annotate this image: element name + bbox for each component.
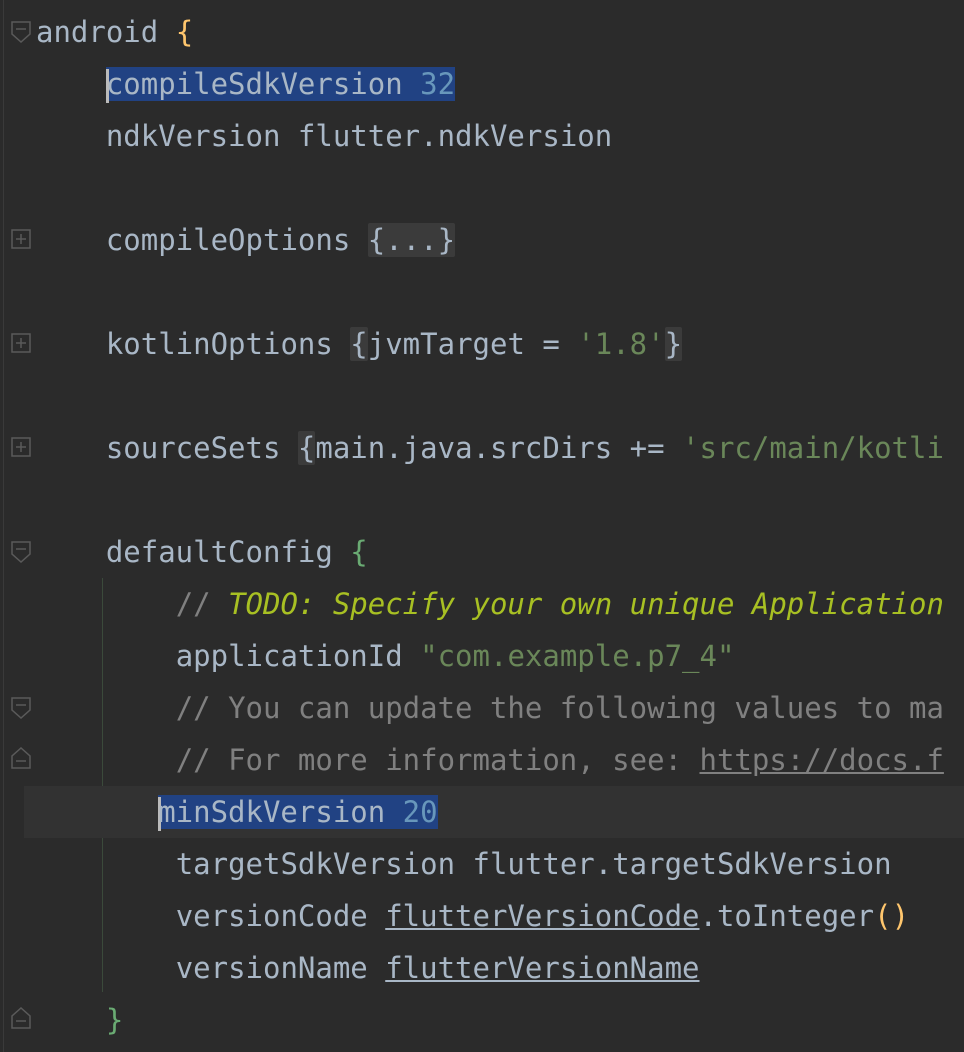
string-literal: '1.8'	[577, 327, 665, 361]
close-brace: }	[105, 1003, 124, 1037]
property-name: ndkVersion	[105, 119, 281, 153]
fold-expand-icon[interactable]	[11, 333, 31, 355]
comment-link[interactable]: https://docs.f	[699, 743, 943, 777]
fold-close-icon[interactable]	[11, 1007, 31, 1029]
block-identifier: sourceSets	[105, 431, 281, 465]
folded-region[interactable]: {...}	[367, 223, 456, 257]
todo-comment: TODO: Specify your own unique Applicatio…	[228, 587, 944, 621]
code-line[interactable]: sourceSets {main.java.srcDirs += 'src/ma…	[36, 422, 964, 474]
number-literal: 20	[402, 795, 438, 829]
selected-text: compileSdkVersion 32	[105, 67, 456, 103]
code-line[interactable]: compileSdkVersion 32	[36, 58, 964, 110]
number-literal: 32	[420, 67, 456, 101]
block-identifier: android	[36, 15, 159, 49]
comment: // For more information, see:	[175, 743, 700, 777]
code-line[interactable]: defaultConfig {	[36, 526, 964, 578]
variable-reference[interactable]: flutterVersionName	[385, 951, 699, 985]
property-value: flutter.ndkVersion	[297, 119, 613, 153]
inline-body: jvmTarget =	[367, 327, 578, 361]
current-code-line[interactable]: minSdkVersion 20	[24, 786, 964, 838]
code-line[interactable]: applicationId "com.example.p7_4"	[36, 630, 964, 682]
gutter-divider	[3, 0, 4, 1052]
comment: // You can update the following values t…	[175, 691, 944, 725]
code-line[interactable]: targetSdkVersion flutter.targetSdkVersio…	[36, 838, 964, 890]
property-name: compileSdkVersion	[105, 67, 403, 101]
block-identifier: compileOptions	[105, 223, 351, 257]
code-line[interactable]: ndkVersion flutter.ndkVersion	[36, 110, 964, 162]
fold-open-icon[interactable]	[11, 541, 31, 563]
open-brace: {	[350, 535, 368, 569]
code-line[interactable]: // You can update the following values t…	[36, 682, 964, 734]
variable-reference[interactable]: flutterVersionCode	[385, 899, 699, 933]
property-name: applicationId	[175, 639, 403, 673]
string-literal: "com.example.p7_4"	[420, 639, 735, 673]
fold-open-icon[interactable]	[11, 21, 31, 43]
folded-open-brace[interactable]: {	[350, 327, 368, 361]
code-line[interactable]: }	[36, 994, 964, 1046]
code-line[interactable]: // TODO: Specify your own unique Applica…	[36, 578, 964, 630]
property-name: versionName	[175, 951, 368, 985]
property-value: flutter.targetSdkVersion	[472, 847, 892, 881]
fold-close-icon[interactable]	[11, 747, 31, 769]
open-brace: {	[175, 15, 194, 49]
folded-open-brace[interactable]: {	[297, 431, 316, 465]
call-parentheses: ()	[874, 899, 910, 933]
code-line[interactable]: kotlinOptions {jvmTarget = '1.8'}	[36, 318, 964, 370]
comment-slashes: //	[175, 587, 229, 621]
code-line[interactable]: android {	[36, 6, 964, 58]
code-line[interactable]: versionCode flutterVersionCode.toInteger…	[36, 890, 964, 942]
property-name: targetSdkVersion	[175, 847, 456, 881]
code-line[interactable]: compileOptions {...}	[36, 214, 964, 266]
fold-open-icon[interactable]	[11, 697, 31, 719]
code-line[interactable]: versionName flutterVersionName	[36, 942, 964, 994]
selected-text: minSdkVersion 20	[158, 795, 438, 831]
fold-expand-icon[interactable]	[11, 229, 31, 251]
editor-gutter	[0, 0, 36, 1052]
code-line[interactable]: // For more information, see: https://do…	[36, 734, 964, 786]
property-name: versionCode	[175, 899, 368, 933]
block-identifier: kotlinOptions	[105, 327, 333, 361]
fold-expand-icon[interactable]	[11, 437, 31, 459]
string-literal: 'src/main/kotli	[682, 431, 944, 465]
code-editor[interactable]: android { compileSdkVersion 32 ndkVersio…	[0, 0, 964, 1052]
folded-close-brace[interactable]: }	[664, 327, 683, 361]
inline-body: main.java.srcDirs +=	[315, 431, 683, 465]
block-identifier: defaultConfig	[105, 535, 333, 569]
method-call: .toInteger	[699, 899, 875, 933]
property-name: minSdkVersion	[158, 795, 386, 829]
